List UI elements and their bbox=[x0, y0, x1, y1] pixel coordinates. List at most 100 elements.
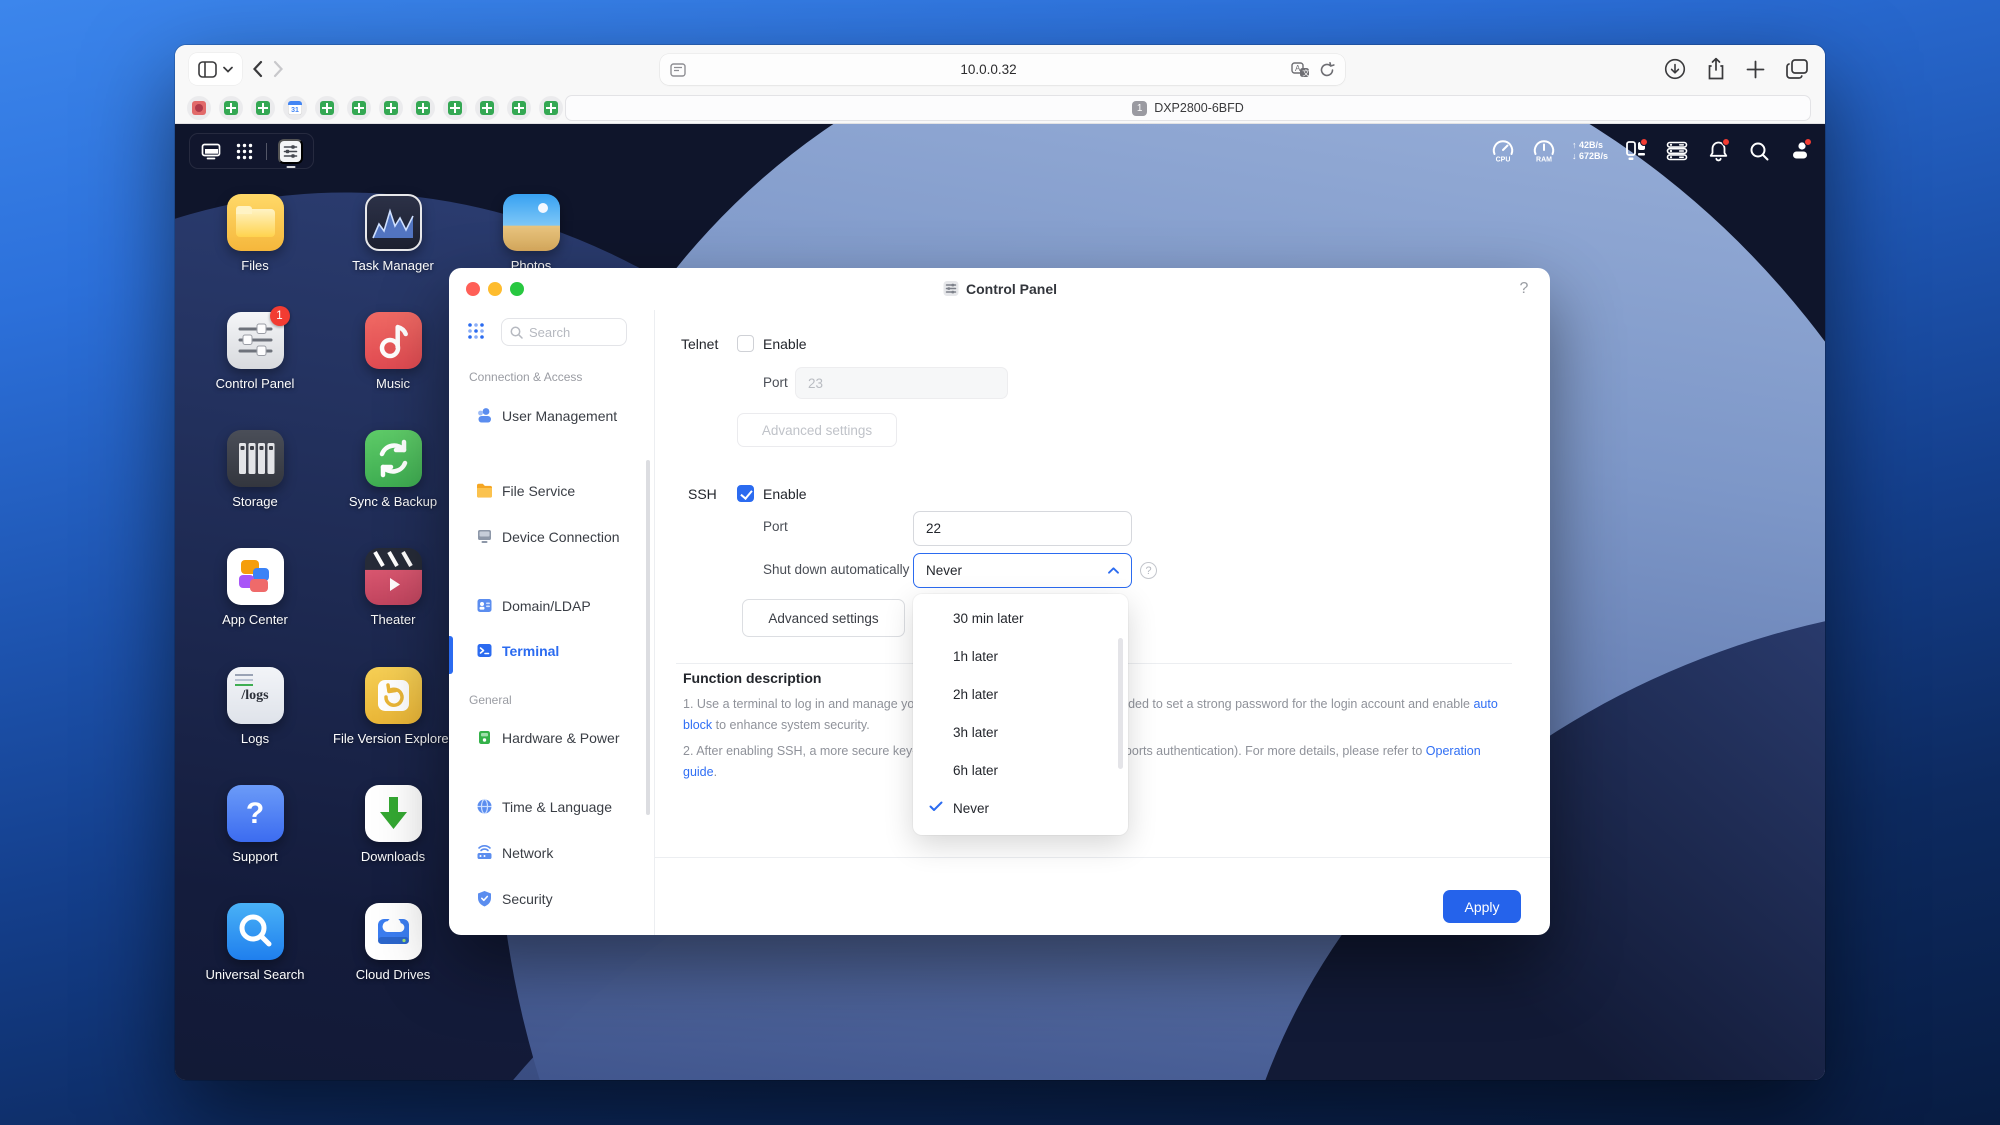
telnet-enable-checkbox[interactable] bbox=[737, 335, 754, 352]
desktop-icon-control-panel[interactable]: 1 Control Panel bbox=[195, 312, 315, 391]
dropdown-option[interactable]: 6h later bbox=[913, 751, 1128, 789]
background-tasks-button[interactable] bbox=[1664, 138, 1690, 164]
favorite-photos-icon[interactable] bbox=[187, 96, 211, 120]
favorite-sheet-icon[interactable] bbox=[475, 96, 499, 120]
terminal-icon bbox=[475, 641, 494, 660]
nas-desktop: CPU RAM ↑ 42B/s ↓ 672B/s bbox=[175, 124, 1825, 1080]
dropdown-option[interactable]: 3h later bbox=[913, 713, 1128, 751]
shutdown-select[interactable]: Never bbox=[913, 553, 1132, 588]
sidebar-scrollbar[interactable] bbox=[646, 460, 650, 815]
ssh-enable-label: Enable bbox=[763, 486, 807, 502]
active-tab[interactable]: 1 DXP2800-6BFD bbox=[565, 95, 1811, 121]
desktop-icon-task-manager[interactable]: Task Manager bbox=[333, 194, 453, 273]
ssh-section-label: SSH bbox=[688, 486, 717, 502]
ram-monitor-button[interactable]: RAM bbox=[1531, 138, 1557, 164]
page-settings-icon[interactable] bbox=[670, 63, 686, 77]
favorite-calendar-icon[interactable]: 31 bbox=[283, 96, 307, 120]
dropdown-option[interactable]: 30 min later bbox=[913, 599, 1128, 637]
notifications-button[interactable] bbox=[1705, 138, 1731, 164]
favorite-sheet-icon[interactable] bbox=[539, 96, 563, 120]
running-app-control-panel[interactable] bbox=[278, 139, 303, 164]
favorite-sheet-icon[interactable] bbox=[507, 96, 531, 120]
monitor-icon bbox=[201, 143, 221, 160]
downloads-button[interactable] bbox=[1664, 58, 1686, 80]
reload-icon[interactable] bbox=[1319, 62, 1335, 78]
desktop-icon-theater[interactable]: Theater bbox=[333, 548, 453, 627]
telnet-port-input[interactable] bbox=[795, 367, 1008, 399]
desktop-icon-support[interactable]: ? Support bbox=[195, 785, 315, 864]
back-button[interactable] bbox=[252, 60, 263, 78]
desktop-icon-files[interactable]: Files bbox=[195, 194, 315, 273]
desktop-icon-photos[interactable]: Photos bbox=[471, 194, 591, 273]
share-button[interactable] bbox=[1706, 57, 1726, 81]
sidebar-item-file-service[interactable]: File Service bbox=[449, 480, 654, 506]
desktop-icon-music[interactable]: Music bbox=[333, 312, 453, 391]
favorite-sheet-icon[interactable] bbox=[347, 96, 371, 120]
window-title: Control Panel bbox=[942, 280, 1057, 297]
sidebar-item-security[interactable]: Security bbox=[449, 888, 654, 914]
dropdown-option-selected[interactable]: Never bbox=[913, 789, 1128, 827]
svg-text:RAM: RAM bbox=[1536, 157, 1552, 164]
sidebar-search[interactable] bbox=[501, 318, 627, 346]
network-speed[interactable]: ↑ 42B/s ↓ 672B/s bbox=[1572, 140, 1608, 162]
sidebar-toggle-button[interactable] bbox=[189, 53, 242, 85]
cpu-monitor-button[interactable]: CPU bbox=[1490, 138, 1516, 164]
sidebar-item-terminal[interactable]: Terminal bbox=[449, 640, 654, 666]
widgets-button[interactable] bbox=[1623, 138, 1649, 164]
search-button[interactable] bbox=[1746, 138, 1772, 164]
user-menu-button[interactable] bbox=[1787, 138, 1813, 164]
telnet-enable-label: Enable bbox=[763, 336, 807, 352]
window-help-button[interactable]: ? bbox=[1511, 276, 1537, 302]
sidebar-item-domain-ldap[interactable]: Domain/LDAP bbox=[449, 595, 654, 621]
new-tab-button[interactable] bbox=[1746, 60, 1765, 79]
dropdown-option[interactable]: 1h later bbox=[913, 637, 1128, 675]
favorite-sheet-icon[interactable] bbox=[219, 96, 243, 120]
sidebar-item-time-language[interactable]: Time & Language bbox=[449, 796, 654, 822]
apply-button[interactable]: Apply bbox=[1443, 890, 1521, 923]
telnet-advanced-settings-button[interactable]: Advanced settings bbox=[737, 413, 897, 447]
tab-overview-button[interactable] bbox=[1785, 58, 1809, 80]
translate-icon[interactable]: A文 bbox=[1291, 62, 1311, 78]
desktop-icon-file-version-explorer[interactable]: File Version Explorer bbox=[333, 667, 453, 746]
app-launcher-button[interactable] bbox=[233, 138, 255, 164]
desktop-icon-universal-search[interactable]: Universal Search bbox=[195, 903, 315, 982]
sidebar-item-network[interactable]: Network bbox=[449, 842, 654, 868]
sidebar-item-device-connection[interactable]: Device Connection bbox=[449, 526, 654, 578]
favorite-sheet-icon[interactable] bbox=[443, 96, 467, 120]
file-service-icon bbox=[475, 481, 494, 500]
search-input[interactable] bbox=[529, 325, 611, 340]
sidebar-item-user-management[interactable]: User Management bbox=[449, 405, 654, 457]
download-icon bbox=[1664, 58, 1686, 80]
ssh-port-input[interactable] bbox=[913, 511, 1132, 546]
favorite-sheet-icon[interactable] bbox=[379, 96, 403, 120]
control-panel-sidebar: Connection & Access User Management File… bbox=[449, 310, 655, 935]
desktop-icon-sync-backup[interactable]: Sync & Backup bbox=[333, 430, 453, 509]
forward-button[interactable] bbox=[273, 60, 284, 78]
all-settings-grid-button[interactable] bbox=[465, 321, 487, 343]
favorite-sheet-icon[interactable] bbox=[411, 96, 435, 120]
desktop-show-button[interactable] bbox=[200, 138, 222, 164]
ram-gauge-icon: RAM bbox=[1531, 138, 1557, 164]
dropdown-option[interactable]: 2h later bbox=[913, 675, 1128, 713]
desktop-icon-app-center[interactable]: App Center bbox=[195, 548, 315, 627]
sidebar-item-indexing-service[interactable]: Indexing Service bbox=[449, 932, 654, 935]
svg-text:文: 文 bbox=[1302, 67, 1310, 77]
task-manager-icon bbox=[365, 194, 422, 251]
time-language-icon bbox=[475, 797, 494, 816]
ssh-enable-checkbox[interactable] bbox=[737, 485, 754, 502]
favorite-sheet-icon[interactable] bbox=[315, 96, 339, 120]
desktop-icon-storage[interactable]: Storage bbox=[195, 430, 315, 509]
address-bar[interactable]: 10.0.0.32 A文 bbox=[660, 54, 1345, 85]
zoom-button[interactable] bbox=[510, 282, 524, 296]
close-button[interactable] bbox=[466, 282, 480, 296]
check-icon bbox=[929, 801, 943, 812]
desktop-icon-logs[interactable]: /logs Logs bbox=[195, 667, 315, 746]
desktop-icon-downloads[interactable]: Downloads bbox=[333, 785, 453, 864]
desktop-icon-cloud-drives[interactable]: Cloud Drives bbox=[333, 903, 453, 982]
ssh-advanced-settings-button[interactable]: Advanced settings bbox=[742, 599, 905, 637]
shutdown-help-icon[interactable]: ? bbox=[1140, 562, 1157, 579]
favorite-sheet-icon[interactable] bbox=[251, 96, 275, 120]
dropdown-scrollbar[interactable] bbox=[1118, 638, 1123, 769]
minimize-button[interactable] bbox=[488, 282, 502, 296]
sidebar-item-hardware-power[interactable]: Hardware & Power bbox=[449, 727, 654, 779]
